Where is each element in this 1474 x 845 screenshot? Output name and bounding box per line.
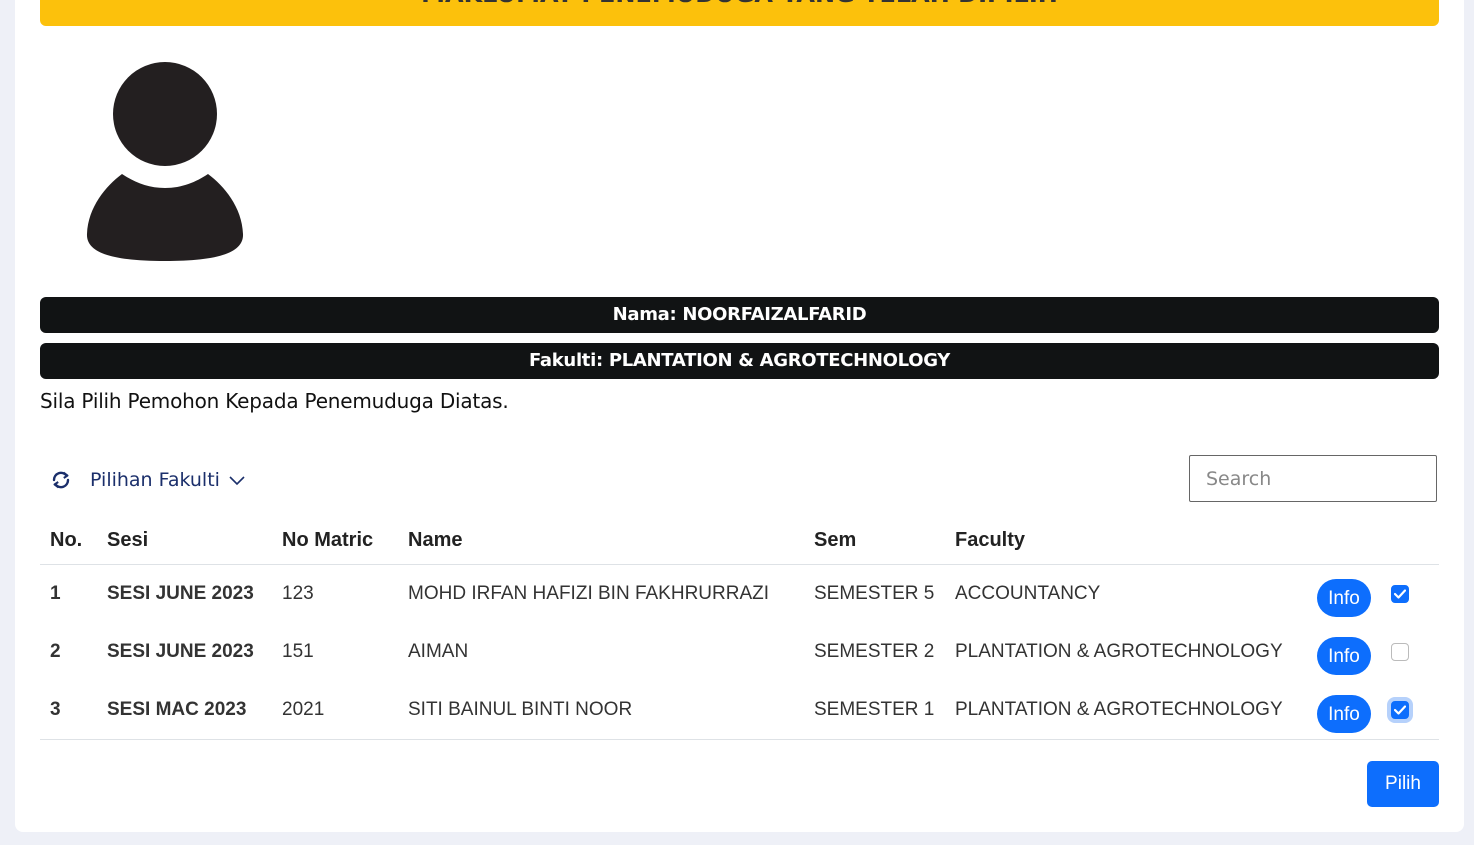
table-row: 2 SESI JUNE 2023 151 AIMAN SEMESTER 2 PL… xyxy=(40,623,1439,681)
pilih-button[interactable]: Pilih xyxy=(1367,761,1439,807)
row-no: 3 xyxy=(40,681,97,740)
table-row: 3 SESI MAC 2023 2021 SITI BAINUL BINTI N… xyxy=(40,681,1439,740)
row-sem: SEMESTER 5 xyxy=(814,583,935,604)
header-no-matric: No Matric xyxy=(272,516,398,565)
header-no: No. xyxy=(40,516,97,565)
row-name: SITI BAINUL BINTI NOOR xyxy=(398,681,804,740)
faculty-filter-dropdown[interactable]: Pilihan Fakulti xyxy=(50,462,246,498)
check-icon xyxy=(1394,589,1406,599)
row-sesi: SESI JUNE 2023 xyxy=(107,641,254,662)
interviewer-faculty-bar: Fakulti: PLANTATION & AGROTECHNOLOGY xyxy=(40,343,1439,379)
row-matric: 151 xyxy=(282,641,314,662)
header-sem: Sem xyxy=(804,516,945,565)
header-faculty: Faculty xyxy=(945,516,1307,565)
select-checkbox[interactable] xyxy=(1391,700,1409,719)
interviewer-name-bar: Nama: NOORFAIZALFARID xyxy=(40,297,1439,333)
faculty-filter-label[interactable]: Pilihan Fakulti xyxy=(90,469,220,491)
search-input[interactable] xyxy=(1189,455,1437,502)
refresh-icon[interactable] xyxy=(50,469,72,491)
banner-title: MAKLUMAT PENEMUDUGA YANG TELAH DIPILIH xyxy=(421,0,1058,8)
row-sesi: SESI MAC 2023 xyxy=(97,681,272,740)
applicant-table: No. Sesi No Matric Name Sem Faculty 1 SE… xyxy=(40,516,1439,740)
row-matric: 2021 xyxy=(272,681,398,740)
row-no: 1 xyxy=(50,583,61,604)
row-name: MOHD IRFAN HAFIZI BIN FAKHRURRAZI xyxy=(408,583,770,604)
row-no: 2 xyxy=(50,641,61,662)
info-button[interactable]: Info xyxy=(1317,579,1371,617)
row-faculty: ACCOUNTANCY xyxy=(955,583,1101,604)
instruction-text: Sila Pilih Pemohon Kepada Penemuduga Dia… xyxy=(40,389,509,413)
header-select xyxy=(1381,516,1439,565)
header-sesi: Sesi xyxy=(97,516,272,565)
selected-interviewer-banner: MAKLUMAT PENEMUDUGA YANG TELAH DIPILIH xyxy=(40,0,1439,26)
row-sem: SEMESTER 1 xyxy=(804,681,945,740)
row-faculty: PLANTATION & AGROTECHNOLOGY xyxy=(945,681,1307,740)
row-sesi: SESI JUNE 2023 xyxy=(107,583,254,604)
check-icon xyxy=(1394,705,1406,715)
row-name: AIMAN xyxy=(408,641,469,662)
select-checkbox[interactable] xyxy=(1391,642,1409,661)
row-faculty: PLANTATION & AGROTECHNOLOGY xyxy=(955,641,1283,662)
chevron-down-icon[interactable] xyxy=(228,474,246,486)
table-header-row: No. Sesi No Matric Name Sem Faculty xyxy=(40,516,1439,565)
info-button[interactable]: Info xyxy=(1317,695,1371,733)
table-row: 1 SESI JUNE 2023 123 MOHD IRFAN HAFIZI B… xyxy=(40,565,1439,624)
select-checkbox[interactable] xyxy=(1391,584,1409,603)
user-avatar-icon xyxy=(86,62,244,261)
row-sem: SEMESTER 2 xyxy=(814,641,935,662)
row-matric: 123 xyxy=(282,583,314,604)
header-info xyxy=(1307,516,1381,565)
header-name: Name xyxy=(398,516,804,565)
info-button[interactable]: Info xyxy=(1317,637,1371,675)
